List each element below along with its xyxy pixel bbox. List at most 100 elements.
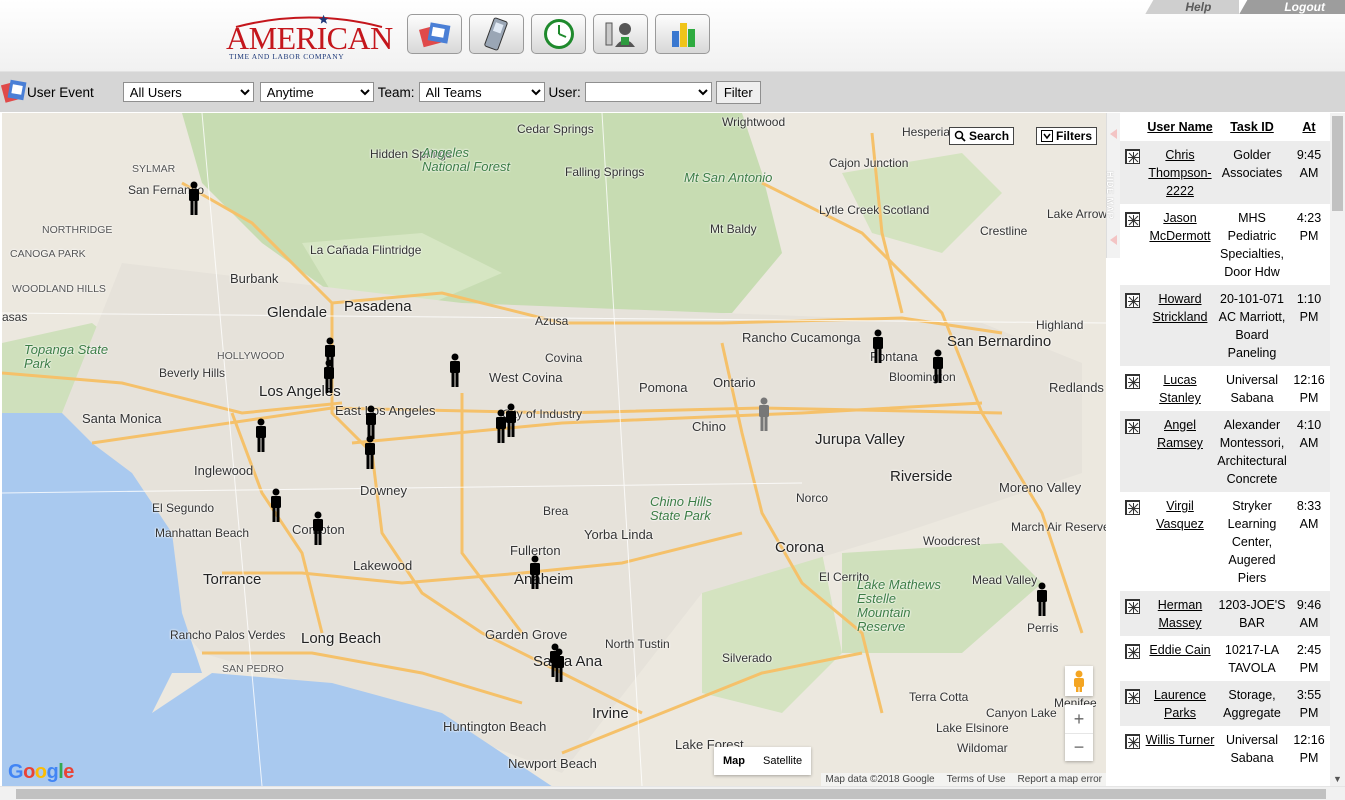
map-label: Moreno Valley — [999, 480, 1082, 495]
user-location-icon[interactable] — [323, 359, 335, 393]
event-time: 2:45 PM — [1288, 636, 1330, 681]
table-row[interactable]: Howard Strickland 20-101-071 AC Marriott… — [1120, 285, 1330, 366]
report-error-link[interactable]: Report a map error — [1018, 774, 1102, 785]
user-location-icon[interactable] — [255, 418, 267, 452]
scrollbar-thumb[interactable] — [16, 789, 1326, 799]
user-location-icon[interactable] — [188, 181, 200, 215]
table-row[interactable]: Laurence Parks Storage, Aggregate 3:55 P… — [1120, 681, 1330, 726]
table-row[interactable]: Virgil Vasquez Stryker Learning Center, … — [1120, 492, 1330, 591]
user-location-icon[interactable] — [449, 353, 461, 387]
map-type-map[interactable]: Map — [714, 747, 754, 775]
user-location-icon[interactable] — [270, 488, 282, 522]
map-label: Huntington Beach — [443, 719, 547, 734]
user-name-link[interactable]: Chris Thompson-2222 — [1148, 148, 1211, 198]
logo-text: AMERICAN — [226, 20, 393, 56]
map-label: Lakewood — [353, 558, 413, 573]
expand-details-icon[interactable] — [1124, 149, 1140, 164]
expand-details-icon[interactable] — [1124, 374, 1140, 389]
user-admin-button[interactable] — [593, 14, 648, 54]
user-location-icon[interactable] — [758, 397, 770, 431]
map-search-button[interactable]: Search — [949, 127, 1015, 145]
schedule-button[interactable] — [407, 14, 462, 54]
main-nav — [407, 14, 710, 54]
user-name-link[interactable]: Angel Ramsey — [1157, 418, 1203, 450]
table-row[interactable]: Herman Massey 1203-JOE'S BAR 9:46 AM — [1120, 591, 1330, 636]
scrollbar-thumb[interactable] — [1332, 116, 1343, 211]
map-view[interactable]: Wrightwood Cedar Springs Hidden Springs Ang… — [2, 113, 1106, 786]
table-row[interactable]: Lucas Stanley Universal Sabana 12:16 PM — [1120, 366, 1330, 411]
street-view-pegman[interactable] — [1065, 666, 1093, 696]
user-location-icon[interactable] — [529, 555, 541, 589]
user-location-icon[interactable] — [932, 349, 944, 383]
map-label: La Cañada Flintridge — [310, 243, 422, 257]
user-select[interactable] — [584, 82, 712, 102]
timeclock-button[interactable] — [531, 14, 586, 54]
horizontal-scrollbar[interactable] — [0, 786, 1345, 800]
user-location-icon[interactable] — [364, 435, 376, 469]
table-row[interactable]: Willis Turner Universal Sabana 12:16 PM — [1120, 726, 1330, 771]
filters-label: Filters — [1056, 129, 1093, 143]
search-label: Search — [969, 129, 1010, 143]
map-label: Jurupa Valley — [815, 431, 905, 448]
table-row[interactable]: Chris Thompson-2222 Golder Associates 9:… — [1120, 141, 1330, 204]
vertical-scrollbar[interactable]: ▼ — [1330, 113, 1345, 786]
terms-link[interactable]: Terms of Use — [947, 774, 1006, 785]
user-location-icon[interactable] — [365, 405, 377, 439]
user-name-link[interactable]: Laurence Parks — [1154, 688, 1206, 720]
logout-link[interactable]: Logout — [1239, 0, 1345, 14]
column-at[interactable]: At — [1288, 113, 1330, 141]
company-logo[interactable]: AMERICAN TIME AND LABOR COMPANY — [226, 12, 393, 61]
map-label: Yorba Linda — [584, 527, 653, 542]
expand-details-icon[interactable] — [1124, 734, 1140, 749]
expand-details-icon[interactable] — [1124, 500, 1140, 515]
mobile-button[interactable] — [469, 14, 524, 54]
user-location-icon[interactable] — [505, 403, 517, 437]
expand-details-icon[interactable] — [1124, 419, 1140, 434]
filter-button[interactable]: Filter — [715, 80, 761, 104]
expand-details-icon[interactable] — [1124, 599, 1140, 614]
clock-icon — [543, 19, 574, 49]
user-location-icon[interactable] — [553, 648, 565, 682]
scroll-down-icon[interactable]: ▼ — [1333, 774, 1342, 784]
event-time: 4:23 PM — [1288, 204, 1330, 285]
table-row[interactable]: Angel Ramsey Alexander Montessori, Archi… — [1120, 411, 1330, 492]
map-label: Canyon Lake — [986, 706, 1057, 720]
hide-map-tab[interactable]: HIDE MAP — [1105, 113, 1120, 258]
time-select[interactable]: Anytime — [259, 82, 374, 102]
expand-details-icon[interactable] — [1124, 293, 1140, 308]
map-label: SYLMAR — [132, 163, 176, 175]
expand-details-icon[interactable] — [1124, 689, 1140, 704]
user-label: User: — [548, 84, 581, 100]
event-time: 12:16 PM — [1288, 366, 1330, 411]
user-name-link[interactable]: Virgil Vasquez — [1156, 499, 1204, 531]
zoom-out-button[interactable]: − — [1065, 733, 1093, 761]
user-name-link[interactable]: Eddie Cain — [1149, 643, 1210, 657]
event-time: 8:33 AM — [1288, 492, 1330, 591]
map-type-satellite[interactable]: Satellite — [754, 747, 811, 775]
search-icon — [954, 130, 966, 142]
map-label: Woodcrest — [923, 534, 981, 548]
user-location-icon[interactable] — [872, 329, 884, 363]
column-task-id[interactable]: Task ID — [1216, 113, 1288, 141]
zoom-in-button[interactable]: + — [1065, 705, 1093, 733]
user-name-link[interactable]: Lucas Stanley — [1159, 373, 1201, 405]
map-filters-button[interactable]: Filters — [1036, 127, 1098, 145]
user-name-link[interactable]: Jason McDermott — [1149, 211, 1210, 243]
users-select[interactable]: All Users — [122, 82, 254, 102]
column-user-name[interactable]: User Name — [1144, 113, 1216, 141]
task-id: 10217-LA TAVOLA — [1216, 636, 1288, 681]
user-name-link[interactable]: Howard Strickland — [1153, 292, 1208, 324]
map-label: Wrightwood — [722, 115, 786, 129]
team-select[interactable]: All Teams — [418, 82, 545, 102]
expand-details-icon[interactable] — [1124, 212, 1140, 227]
user-location-icon[interactable] — [1036, 582, 1048, 616]
reports-button[interactable] — [655, 14, 710, 54]
table-row[interactable]: Jason McDermott MHS Pediatric Specialtie… — [1120, 204, 1330, 285]
user-name-link[interactable]: Herman Massey — [1158, 598, 1202, 630]
help-link[interactable]: Help — [1145, 0, 1240, 14]
map-label: Lytle Creek Scotland — [819, 203, 930, 217]
expand-details-icon[interactable] — [1124, 644, 1140, 659]
table-row[interactable]: Eddie Cain 10217-LA TAVOLA 2:45 PM — [1120, 636, 1330, 681]
user-location-icon[interactable] — [312, 511, 324, 545]
user-name-link[interactable]: Willis Turner — [1146, 733, 1215, 747]
